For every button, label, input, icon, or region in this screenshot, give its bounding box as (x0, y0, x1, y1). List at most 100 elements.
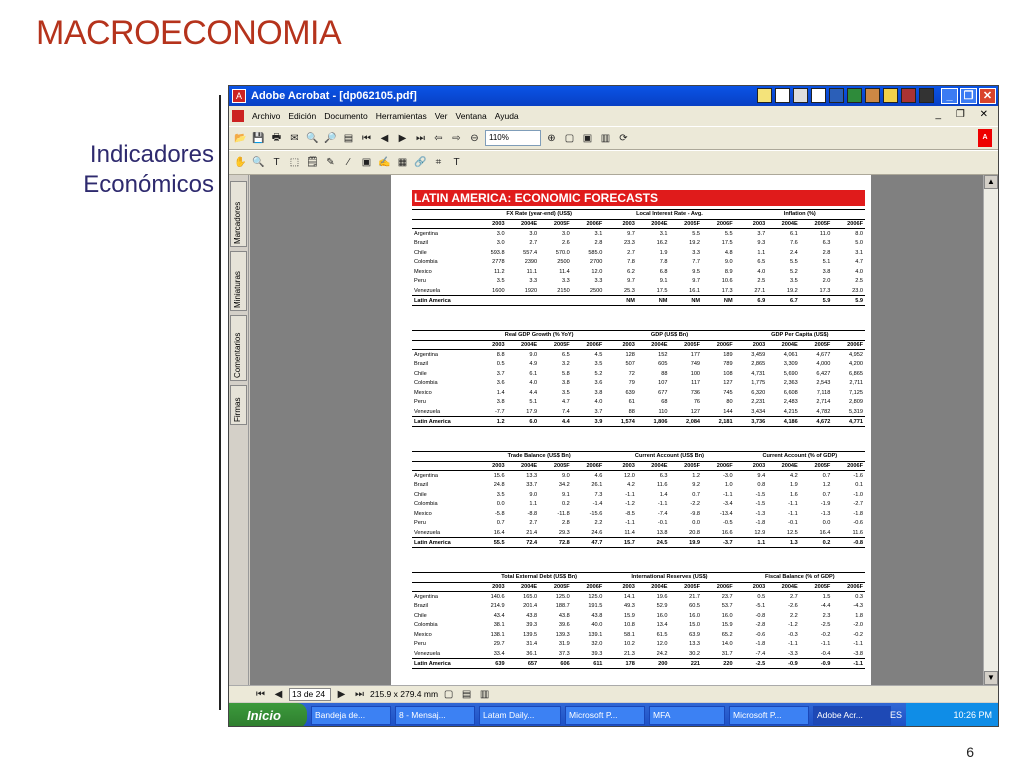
minimize-button[interactable]: _ (941, 88, 958, 104)
excel-icon[interactable] (847, 88, 862, 103)
menu-ver[interactable]: Ver (435, 111, 448, 121)
document-window-controls[interactable]: _ ❐ ✕ (936, 109, 994, 120)
menu-ventana[interactable]: Ventana (456, 111, 487, 121)
total-row: Latin America 639 657 606 611 178 200 221 220 -2.… (412, 658, 865, 669)
link-icon[interactable]: 🔗 (413, 155, 428, 170)
table-cell: 12.5 (786, 529, 798, 536)
table-cell: 1.1 (529, 501, 538, 508)
year-header: 2006F (702, 582, 735, 593)
window-titlebar[interactable]: A Adobe Acrobat - [dp062105.pdf] _ ❐ ✕ (229, 86, 998, 106)
menu-ayuda[interactable]: Ayuda (495, 111, 519, 121)
printer-icon[interactable] (793, 88, 808, 103)
taskbar-item[interactable]: Bandeja de... (311, 706, 391, 725)
outlook-icon[interactable] (883, 88, 898, 103)
language-indicator[interactable]: ES (890, 703, 902, 726)
first-page-icon[interactable]: ⏮ (253, 687, 268, 702)
pencil-icon[interactable]: ✎ (323, 155, 338, 170)
facing-icon[interactable]: ▥ (477, 687, 492, 702)
menu-edicion[interactable]: Edición (288, 111, 316, 121)
taskbar-item[interactable]: MFA (649, 706, 725, 725)
year-header: 2006F (832, 582, 865, 593)
tab-firmas[interactable]: Firmas (230, 385, 247, 425)
open-icon[interactable]: 📂 (233, 131, 248, 146)
zoom-tool-icon[interactable]: 🔍 (251, 155, 266, 170)
total-cell: 611 (571, 658, 605, 669)
table-cell: 31.4 (526, 641, 538, 648)
taskbar-item[interactable]: Latam Daily... (479, 706, 561, 725)
fit-width-icon[interactable]: ▥ (598, 131, 613, 146)
forward-icon[interactable]: ⇨ (449, 131, 464, 146)
actual-size-icon[interactable]: ▢ (562, 131, 577, 146)
tab-comentarios[interactable]: Comentarios (230, 315, 247, 381)
menu-documento[interactable]: Documento (324, 111, 367, 121)
word-icon[interactable] (829, 88, 844, 103)
table-cell: 139.1 (588, 631, 603, 638)
scroll-down-icon[interactable]: ▼ (984, 671, 998, 685)
sign-icon[interactable]: ✍ (377, 155, 392, 170)
menu-archivo[interactable]: Archivo (252, 111, 280, 121)
notepad-icon[interactable] (811, 88, 826, 103)
table-cell: -1.5 (755, 491, 766, 498)
menu-herramientas[interactable]: Herramientas (376, 111, 427, 121)
print-icon[interactable]: 🖶 (269, 131, 284, 146)
document-menu-icon[interactable] (232, 110, 244, 122)
country-label: Venezuela (414, 650, 441, 657)
form-icon[interactable]: ▦ (395, 155, 410, 170)
folder-icon[interactable] (757, 88, 772, 103)
close-button[interactable]: ✕ (979, 88, 996, 104)
taskbar-item[interactable]: Microsoft P... (565, 706, 645, 725)
hand-tool-icon[interactable]: ✋ (233, 155, 248, 170)
single-page-icon[interactable]: ▢ (441, 687, 456, 702)
highlight-icon[interactable]: ∕ (341, 155, 356, 170)
table-cell: 3.7 (594, 408, 603, 415)
restore-button[interactable]: ❐ (960, 88, 977, 104)
taskbar-item[interactable]: Microsoft P... (729, 706, 809, 725)
prev-page-icon[interactable]: ◀ (271, 687, 286, 702)
taskbar-item[interactable]: Adobe Acr... (813, 706, 891, 725)
tab-miniaturas[interactable]: Miniaturas (230, 251, 247, 311)
scroll-up-icon[interactable]: ▲ (984, 175, 998, 189)
total-cell (506, 295, 540, 306)
zoom-in-icon[interactable]: ⊕ (544, 131, 559, 146)
next-page-icon[interactable]: ▶ (334, 687, 349, 702)
save-icon[interactable]: 💾 (251, 131, 266, 146)
text-select-icon[interactable]: T (269, 155, 284, 170)
start-button[interactable]: Inicio (229, 703, 307, 726)
tab-marcadores[interactable]: Marcadores (230, 181, 247, 247)
nav-pane-icon[interactable]: ▤ (341, 131, 356, 146)
stamp-icon[interactable]: ▣ (359, 155, 374, 170)
crop-icon[interactable]: ⌗ (431, 155, 446, 170)
powerpoint-icon[interactable] (865, 88, 880, 103)
table-cell: 2.2 (790, 612, 798, 619)
rotate-icon[interactable]: ⟳ (616, 131, 631, 146)
acrobat-icon[interactable] (901, 88, 916, 103)
taskbar-item[interactable]: 8 - Mensaj... (395, 706, 475, 725)
table-cell: 139.3 (555, 631, 570, 638)
email-icon[interactable]: ✉ (287, 131, 302, 146)
zoom-input[interactable]: 110% (485, 130, 541, 146)
last-page-icon[interactable]: ⏭ (352, 687, 367, 702)
note-icon[interactable]: 🗒 (305, 155, 320, 170)
find-icon[interactable]: 🔍 (305, 131, 320, 146)
table-cell: 605 (658, 361, 668, 368)
continuous-icon[interactable]: ▤ (459, 687, 474, 702)
total-label: Latin America (412, 416, 474, 427)
graphics-select-icon[interactable]: ⬚ (287, 155, 302, 170)
last-page-icon[interactable]: ⏭ (413, 131, 428, 146)
document-view[interactable]: LATIN AMERICA: ECONOMIC FORECASTS FX Rat… (250, 175, 985, 685)
touchup-icon[interactable]: T (449, 155, 464, 170)
page-indicator[interactable]: 13 de 24 (289, 687, 331, 701)
vertical-scrollbar[interactable]: ▲ ▼ (983, 175, 998, 685)
prev-page-icon[interactable]: ◀ (377, 131, 392, 146)
back-icon[interactable]: ⇦ (431, 131, 446, 146)
terminal-icon[interactable] (919, 88, 934, 103)
next-page-icon[interactable]: ▶ (395, 131, 410, 146)
total-cell: 1.2 (474, 416, 507, 427)
document-icon[interactable] (775, 88, 790, 103)
first-page-icon[interactable]: ⏮ (359, 131, 374, 146)
country-label: Argentina (414, 230, 438, 237)
zoom-out-icon[interactable]: ⊖ (467, 131, 482, 146)
fit-page-icon[interactable]: ▣ (580, 131, 595, 146)
country-label: Argentina (414, 593, 438, 600)
search-icon[interactable]: 🔎 (323, 131, 338, 146)
